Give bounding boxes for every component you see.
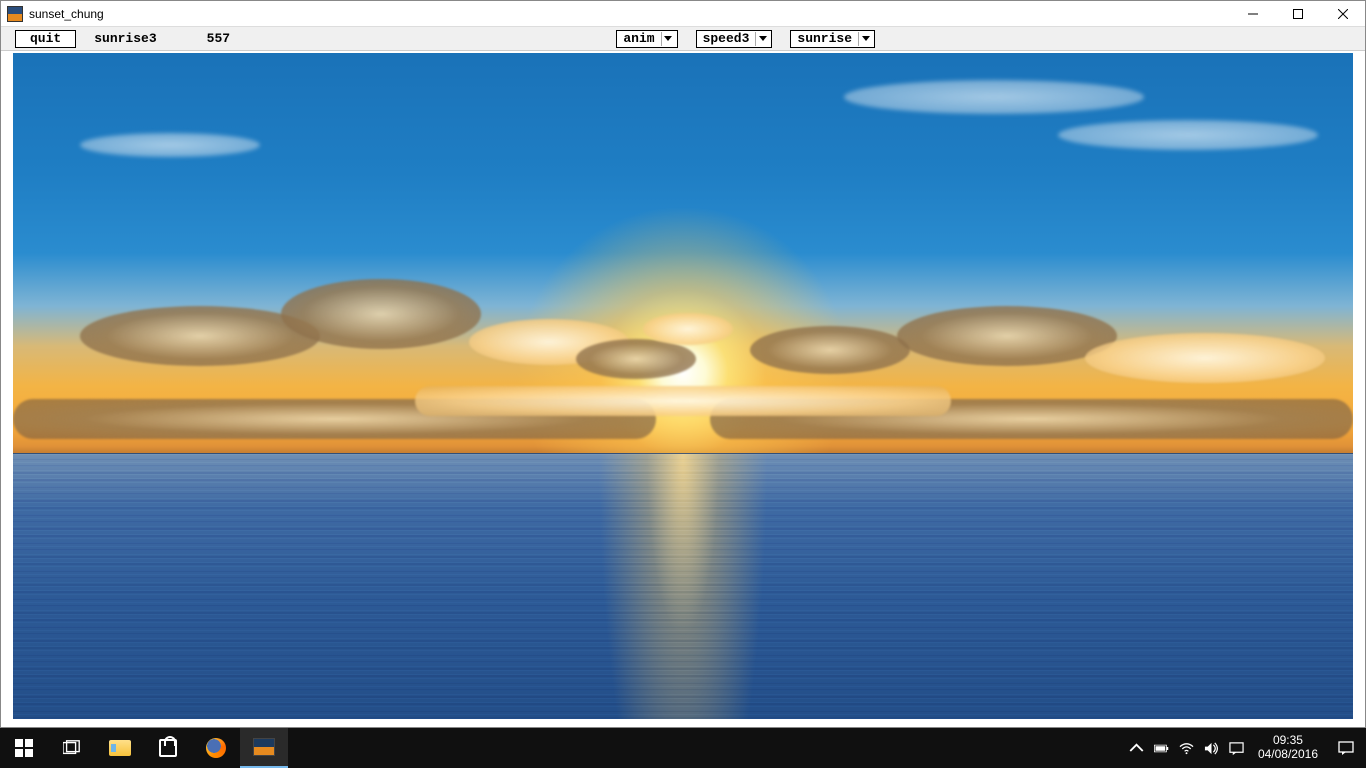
chevron-down-icon [759,36,767,41]
clock-date: 04/08/2016 [1258,748,1318,762]
frame-counter: 557 [207,31,230,46]
speed-dropdown[interactable]: speed3 [696,30,773,48]
scene-dropdown-label: sunrise [797,31,852,46]
anim-dropdown-label: anim [623,31,654,46]
start-button[interactable] [0,728,48,768]
task-view-icon [63,739,81,757]
notifications-button[interactable] [1326,741,1366,755]
app-window: sunset_chung quit sunrise3 557 anim spee… [0,0,1366,728]
speed-dropdown-label: speed3 [703,31,750,46]
window-title: sunset_chung [29,7,104,21]
tray-chevron-up-icon[interactable] [1129,741,1144,756]
action-center-icon[interactable] [1229,741,1244,756]
clock-time: 09:35 [1258,734,1318,748]
window-controls [1230,1,1365,26]
render-canvas [13,53,1353,719]
app-icon [253,738,275,756]
toolbar: quit sunrise3 557 anim speed3 sunrise [1,27,1365,51]
system-tray [1119,741,1250,756]
task-view-button[interactable] [48,728,96,768]
folder-icon [109,740,131,756]
wifi-icon[interactable] [1179,741,1194,756]
app-icon [7,6,23,22]
chevron-down-icon [862,36,870,41]
store-icon [159,739,177,757]
store-button[interactable] [144,728,192,768]
taskbar: 09:35 04/08/2016 [0,728,1366,768]
close-button[interactable] [1320,1,1365,26]
scene-dropdown[interactable]: sunrise [790,30,875,48]
battery-icon[interactable] [1154,741,1169,756]
mode-label: sunrise3 [94,31,156,46]
sunset-chung-taskbar-button[interactable] [240,728,288,768]
firefox-icon [206,738,226,758]
volume-icon[interactable] [1204,741,1219,756]
taskbar-clock[interactable]: 09:35 04/08/2016 [1250,734,1326,762]
anim-dropdown[interactable]: anim [616,30,677,48]
chevron-down-icon [664,36,672,41]
windows-icon [15,739,33,757]
file-explorer-button[interactable] [96,728,144,768]
titlebar: sunset_chung [1,1,1365,27]
maximize-button[interactable] [1275,1,1320,26]
quit-button[interactable]: quit [15,30,76,48]
firefox-button[interactable] [192,728,240,768]
minimize-button[interactable] [1230,1,1275,26]
